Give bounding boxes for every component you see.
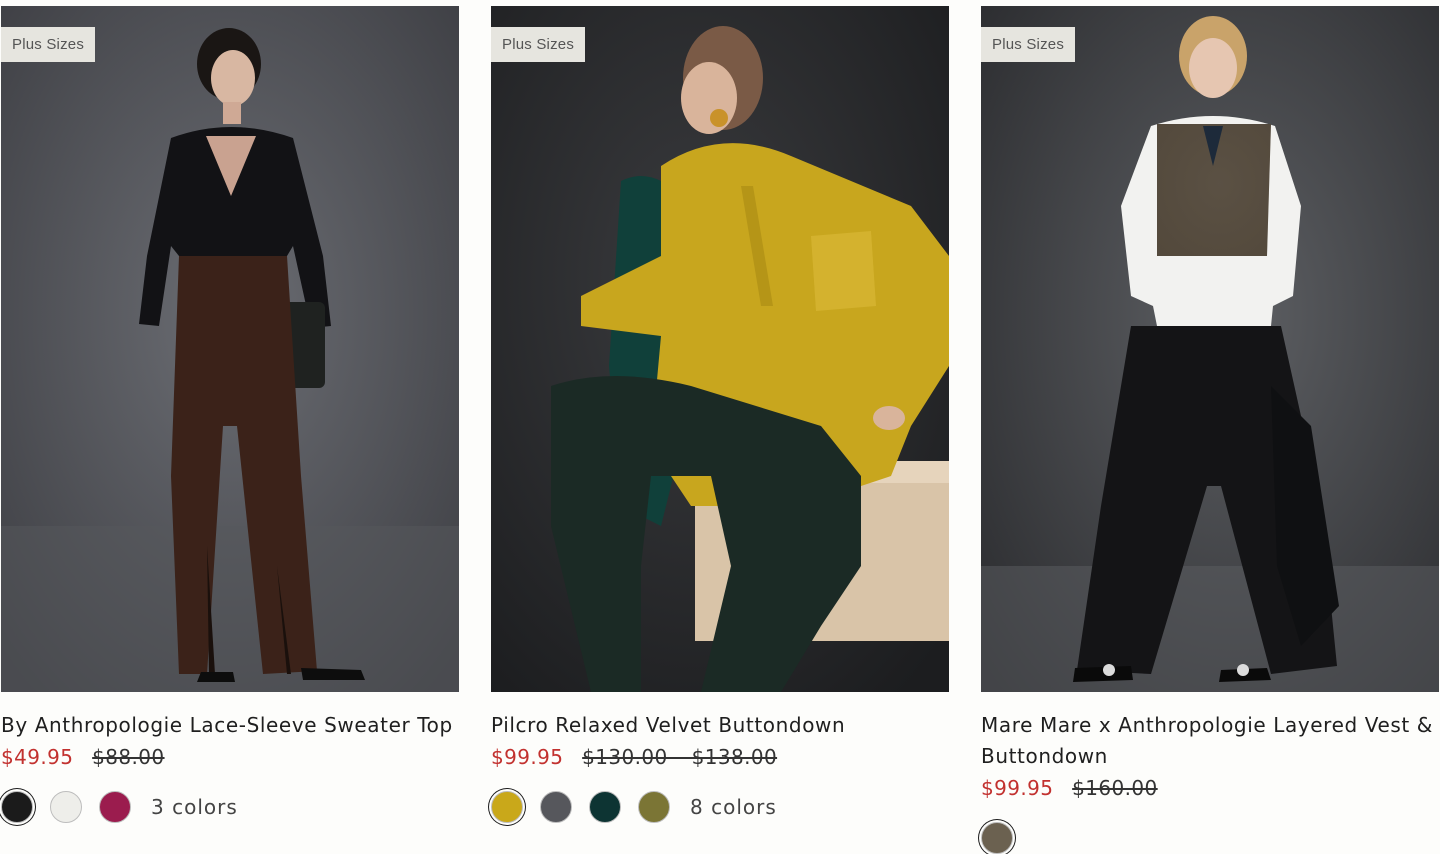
product-image[interactable]: Plus Sizes <box>491 6 949 692</box>
color-swatch-black[interactable] <box>1 791 33 823</box>
color-swatch-grey[interactable] <box>540 791 572 823</box>
product-title[interactable]: By Anthropologie Lace-Sleeve Sweater Top <box>1 710 459 741</box>
sale-price: $49.95 <box>1 745 74 769</box>
product-photo <box>491 6 949 692</box>
product-photo <box>981 6 1439 692</box>
color-swatch-white[interactable] <box>50 791 82 823</box>
colors-count[interactable]: 3 colors <box>151 795 238 819</box>
color-swatches: 8 colors <box>491 791 949 823</box>
plus-sizes-badge: Plus Sizes <box>491 27 586 62</box>
product-image[interactable]: Plus Sizes <box>1 6 459 692</box>
product-grid: Plus Sizes By Anthropologie Lace-Sleeve … <box>0 0 1440 854</box>
plus-sizes-badge: Plus Sizes <box>1 27 96 62</box>
sale-price: $99.95 <box>981 776 1054 800</box>
color-swatches: 3 colors <box>1 791 459 823</box>
product-title[interactable]: Pilcro Relaxed Velvet Buttondown <box>491 710 949 741</box>
product-card[interactable]: Plus Sizes Mare Mare x Anthropologie Lay… <box>981 6 1439 854</box>
product-image[interactable]: Plus Sizes <box>981 6 1439 692</box>
original-price: $130.00 – $138.00 <box>582 745 778 769</box>
original-price: $160.00 <box>1072 776 1158 800</box>
original-price: $88.00 <box>92 745 165 769</box>
product-card[interactable]: Plus Sizes Pilcro Relaxed Velvet Buttond… <box>491 6 949 823</box>
product-photo <box>1 6 459 692</box>
price-row: $49.95 $88.00 <box>1 745 459 769</box>
price-row: $99.95 $160.00 <box>981 776 1439 800</box>
plus-sizes-badge: Plus Sizes <box>981 27 1076 62</box>
price-row: $99.95 $130.00 – $138.00 <box>491 745 949 769</box>
color-swatch-berry[interactable] <box>99 791 131 823</box>
sale-price: $99.95 <box>491 745 564 769</box>
color-swatch-tweed[interactable] <box>981 822 1013 854</box>
color-swatch-olive[interactable] <box>638 791 670 823</box>
color-swatches <box>981 822 1439 854</box>
product-card[interactable]: Plus Sizes By Anthropologie Lace-Sleeve … <box>1 6 459 823</box>
colors-count[interactable]: 8 colors <box>690 795 777 819</box>
color-swatch-chartreuse[interactable] <box>491 791 523 823</box>
product-title[interactable]: Mare Mare x Anthropologie Layered Vest &… <box>981 710 1439 772</box>
color-swatch-dark-teal[interactable] <box>589 791 621 823</box>
